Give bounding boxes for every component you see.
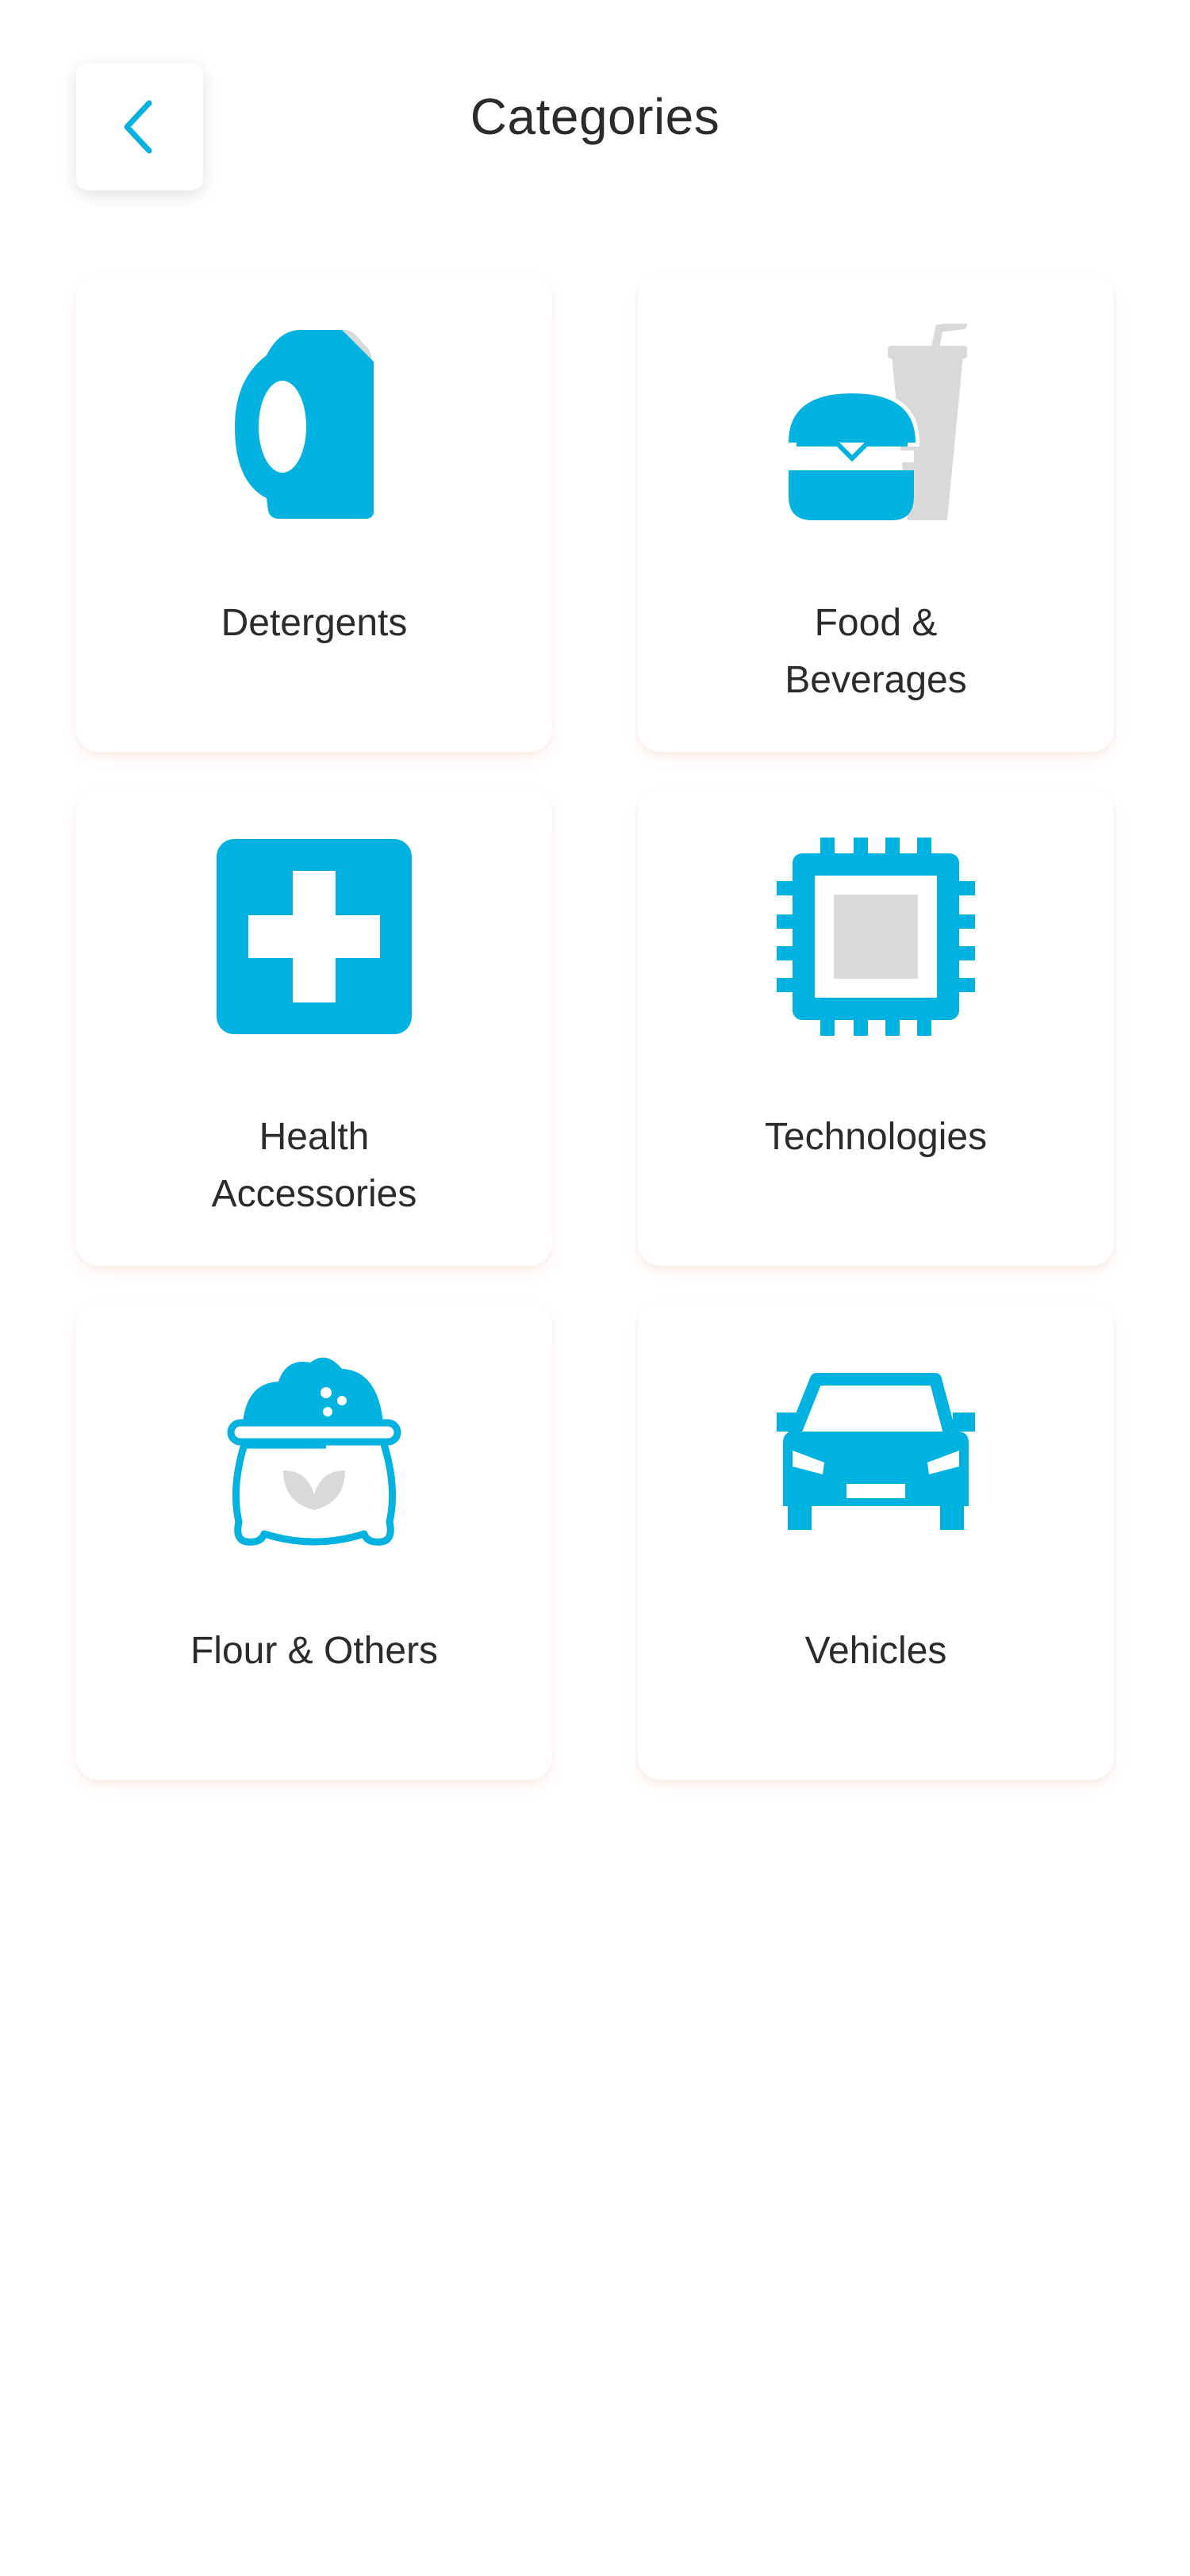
- category-label: Vehicles: [804, 1630, 947, 1672]
- header: Categories: [0, 0, 1190, 254]
- page-title: Categories: [470, 88, 720, 145]
- flour-sack-icon: [227, 1357, 401, 1546]
- category-card-flour-others[interactable]: Flour & Others: [76, 1304, 552, 1780]
- category-label: Health Accessories: [211, 1116, 417, 1215]
- category-label: Flour & Others: [190, 1630, 439, 1672]
- category-label: Technologies: [764, 1116, 988, 1158]
- burger-drink-icon: [784, 324, 967, 520]
- category-card-vehicles[interactable]: Vehicles: [638, 1304, 1114, 1780]
- category-card-technologies[interactable]: Technologies: [638, 790, 1114, 1266]
- detergent-bottle-icon: [235, 329, 374, 519]
- category-label: Detergents: [221, 602, 408, 644]
- cpu-chip-icon: [777, 838, 975, 1036]
- category-card-detergents[interactable]: Detergents: [76, 276, 552, 752]
- medical-cross-icon: [217, 839, 412, 1034]
- category-card-health-accessories[interactable]: Health Accessories: [76, 790, 552, 1266]
- car-icon: [777, 1373, 975, 1530]
- category-card-food-beverages[interactable]: Food & Beverages: [638, 276, 1114, 752]
- category-label: Food & Beverages: [785, 602, 967, 701]
